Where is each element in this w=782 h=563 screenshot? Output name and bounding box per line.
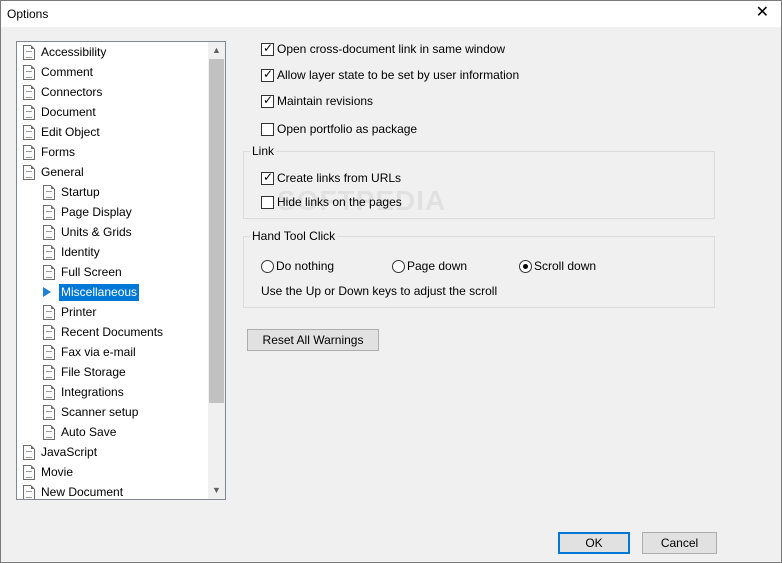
document-icon <box>23 465 35 480</box>
hand-tool-group-title: Hand Tool Click <box>250 229 338 243</box>
create-links-checkbox[interactable]: ✓ <box>261 170 274 185</box>
tree-item-label: Page Display <box>61 205 132 219</box>
document-icon <box>43 305 55 320</box>
document-icon <box>23 65 35 80</box>
tree-item-label: New Document <box>41 485 124 499</box>
tree-item-label: Identity <box>61 245 100 259</box>
tree-item-label: Movie <box>41 465 74 479</box>
document-icon <box>23 125 35 140</box>
document-icon <box>43 265 55 280</box>
document-icon <box>23 165 35 180</box>
cross-doc-link-checkbox[interactable]: ✓ <box>261 41 274 56</box>
tree-item-label: Fax via e-mail <box>61 345 136 359</box>
portfolio-package-label: Open portfolio as package <box>277 122 418 136</box>
triangle-right-icon <box>43 287 51 297</box>
tree-item-label: File Storage <box>61 365 126 379</box>
document-icon <box>43 205 55 220</box>
tree-item-label: Edit Object <box>41 125 100 139</box>
tree-item-label: Recent Documents <box>61 325 164 339</box>
chevron-up-icon[interactable]: ▲ <box>208 42 225 59</box>
close-icon[interactable]: ✕ <box>756 4 769 22</box>
document-icon <box>43 185 55 200</box>
document-icon <box>43 425 55 440</box>
document-icon <box>23 485 35 499</box>
cancel-button[interactable]: Cancel <box>642 532 717 554</box>
maintain-revisions-checkbox[interactable]: ✓ <box>261 93 274 108</box>
category-tree[interactable]: Accessibility Comment Connectors Document Ed… <box>16 41 226 500</box>
document-icon <box>43 245 55 260</box>
tree-item-label: Printer <box>61 305 97 319</box>
page-down-label: Page down <box>407 259 468 273</box>
ok-button[interactable]: OK <box>558 532 630 554</box>
hide-links-checkbox[interactable] <box>261 196 274 209</box>
scroll-down-radio[interactable] <box>519 260 532 273</box>
do-nothing-radio[interactable] <box>261 260 274 273</box>
reset-warnings-button[interactable]: Reset All Warnings <box>247 329 379 351</box>
tree-item-label: Scanner setup <box>61 405 139 419</box>
tree-item-label: Miscellaneous <box>59 284 140 301</box>
tree-scrollbar[interactable]: ▲ ▼ <box>208 42 225 499</box>
document-icon <box>43 405 55 420</box>
softpedia-watermark: SOFTPEDIA <box>277 185 447 216</box>
tree-item-label: Document <box>41 105 96 119</box>
document-icon <box>43 345 55 360</box>
tree-item-label: Comment <box>41 65 94 79</box>
title-bar: Options ✕ <box>1 1 781 27</box>
document-icon <box>43 225 55 240</box>
tree-item-label: Full Screen <box>61 265 122 279</box>
tree-item-label: General <box>41 165 84 179</box>
document-icon <box>23 145 35 160</box>
document-icon <box>23 45 35 60</box>
tree-item-label: Accessibility <box>41 45 107 59</box>
scroll-down-label: Scroll down <box>534 259 597 273</box>
tree-item-label: Integrations <box>61 385 124 399</box>
document-icon <box>23 105 35 120</box>
cross-doc-link-label: Open cross-document link in same window <box>277 42 506 56</box>
maintain-revisions-label: Maintain revisions <box>277 94 374 108</box>
scrollbar-thumb[interactable] <box>209 59 224 403</box>
do-nothing-label: Do nothing <box>276 259 335 273</box>
document-icon <box>43 385 55 400</box>
page-down-radio[interactable] <box>392 260 405 273</box>
tree-item-label: JavaScript <box>41 445 98 459</box>
link-group-title: Link <box>250 144 277 158</box>
tree-item-label: Startup <box>61 185 100 199</box>
tree-item-label: Units & Grids <box>61 225 132 239</box>
layer-state-checkbox[interactable]: ✓ <box>261 67 274 82</box>
document-icon <box>43 325 55 340</box>
document-icon <box>23 85 35 100</box>
window-title: Options <box>7 7 49 21</box>
portfolio-package-checkbox[interactable] <box>261 123 274 136</box>
document-icon <box>23 445 35 460</box>
layer-state-label: Allow layer state to be set by user info… <box>277 68 520 82</box>
hand-tool-hint: Use the Up or Down keys to adjust the sc… <box>261 284 498 298</box>
chevron-down-icon[interactable]: ▼ <box>208 482 225 499</box>
tree-item-label: Forms <box>41 145 75 159</box>
options-dialog: Options ✕ Accessibility Comment Connectors… <box>0 0 782 563</box>
document-icon <box>43 365 55 380</box>
tree-item-label: Auto Save <box>61 425 117 439</box>
tree-item-label: Connectors <box>41 85 103 99</box>
